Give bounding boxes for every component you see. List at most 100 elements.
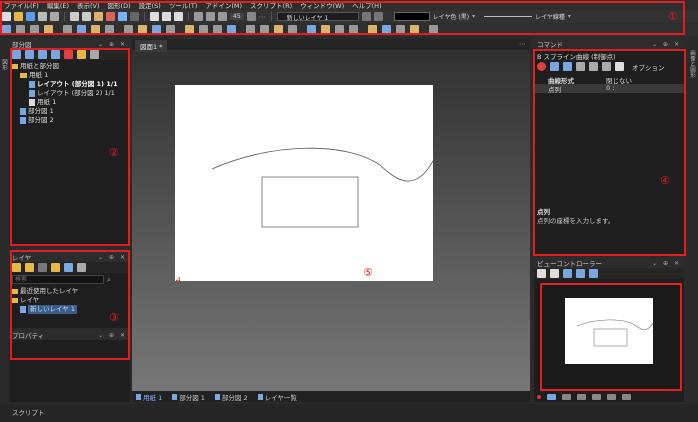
point-tool-icon[interactable] bbox=[2, 25, 11, 34]
view-option-icon[interactable] bbox=[577, 393, 586, 400]
menu-item[interactable]: 編集(E) bbox=[47, 0, 69, 10]
align-tool-icon[interactable] bbox=[396, 25, 405, 34]
drawing-area[interactable]: 図面1 * ⋯ ⊿ 用紙 1 部分図 1 部分図 2 レイヤ一覧 bbox=[132, 39, 530, 402]
print-preview-icon[interactable] bbox=[50, 12, 59, 21]
layer-settings-icon[interactable] bbox=[77, 263, 86, 272]
line-tool-icon[interactable] bbox=[602, 62, 611, 71]
hatch-tool-icon[interactable] bbox=[152, 25, 161, 34]
tree-item[interactable]: 用紙 1 bbox=[11, 71, 118, 80]
back-icon[interactable] bbox=[550, 62, 559, 71]
open-folder-icon[interactable] bbox=[14, 12, 23, 21]
document-tab[interactable]: 図面1 * bbox=[135, 40, 168, 52]
enter-icon[interactable] bbox=[563, 62, 572, 71]
sheet-tab[interactable]: 部分図 2 bbox=[214, 392, 248, 402]
layer-color-label[interactable]: レイヤ色 (黒) bbox=[433, 12, 469, 21]
layer-dropdown-icon[interactable] bbox=[361, 12, 371, 21]
arc-tool-icon[interactable] bbox=[77, 25, 86, 34]
document-icon[interactable] bbox=[615, 62, 624, 71]
zoom-value[interactable]: 45 bbox=[230, 13, 244, 20]
rename-icon[interactable] bbox=[77, 50, 86, 59]
trim-tool-icon[interactable] bbox=[166, 25, 175, 34]
extend-tool-icon[interactable] bbox=[185, 25, 194, 34]
distribute-tool-icon[interactable] bbox=[410, 25, 419, 34]
tree-item[interactable]: 部分図 1 bbox=[11, 107, 118, 116]
more-icon[interactable]: ⋯ bbox=[519, 40, 526, 48]
chevron-down-icon[interactable]: ▾ bbox=[568, 13, 571, 20]
measure-tool-icon[interactable] bbox=[288, 25, 297, 34]
dimension-tool-icon[interactable] bbox=[138, 25, 147, 34]
delete-icon[interactable] bbox=[106, 12, 115, 21]
undo-icon[interactable] bbox=[118, 12, 127, 21]
view-option-icon[interactable] bbox=[592, 393, 601, 400]
save-icon[interactable] bbox=[26, 12, 35, 21]
circle-tool-icon[interactable] bbox=[63, 25, 72, 34]
menu-item[interactable]: ヘルプ(H) bbox=[352, 0, 381, 10]
panel-controls-icon[interactable]: ⌄ ⊕ ✕ bbox=[652, 260, 681, 267]
menu-item[interactable]: ツール(T) bbox=[169, 0, 198, 10]
panel-controls-icon[interactable]: ⌄ ⊕ ✕ bbox=[98, 254, 127, 261]
snap-point-icon[interactable] bbox=[589, 62, 598, 71]
script-tab[interactable]: スクリプト bbox=[12, 407, 45, 417]
fillet-tool-icon[interactable] bbox=[307, 25, 316, 34]
view-option-icon[interactable] bbox=[607, 393, 616, 400]
menu-item[interactable]: ファイル(F) bbox=[4, 0, 39, 10]
offset-tool-icon[interactable] bbox=[199, 25, 208, 34]
mirror-tool-icon[interactable] bbox=[213, 25, 222, 34]
right-side-tab[interactable]: 画像と図形 bbox=[688, 39, 696, 89]
redo-icon[interactable] bbox=[130, 12, 139, 21]
menu-item[interactable]: 設定(S) bbox=[139, 0, 161, 10]
fit-view-icon[interactable] bbox=[537, 269, 546, 278]
command-row[interactable]: 曲線形式 閉じない bbox=[534, 75, 684, 85]
layer-item[interactable]: 最近使用したレイヤ bbox=[11, 287, 78, 296]
undo-point-icon[interactable] bbox=[576, 62, 585, 71]
new-layer-folder-icon[interactable] bbox=[12, 263, 21, 272]
layer-search-input[interactable] bbox=[12, 275, 104, 284]
menu-item[interactable]: 表示(V) bbox=[77, 0, 100, 10]
more-icon[interactable]: ⋯ bbox=[259, 13, 266, 21]
menu-item[interactable]: 図形(D) bbox=[108, 0, 131, 10]
spline-tool-icon[interactable] bbox=[105, 25, 114, 34]
edit-layer-icon[interactable] bbox=[51, 263, 60, 272]
rotate-tool-icon[interactable] bbox=[260, 25, 269, 34]
menu-item[interactable]: スクリプト(R) bbox=[250, 0, 292, 10]
view-mode-icon[interactable] bbox=[547, 393, 556, 400]
sheet-tab[interactable]: レイヤ一覧 bbox=[257, 392, 297, 402]
delete-layer-icon[interactable] bbox=[38, 263, 47, 272]
snap-icon[interactable] bbox=[206, 12, 215, 21]
view-option-icon[interactable] bbox=[562, 393, 571, 400]
command-row-value[interactable]: 0 : bbox=[606, 84, 614, 93]
select-icon[interactable] bbox=[150, 12, 159, 21]
zoom-fit-tool-icon[interactable] bbox=[429, 25, 438, 34]
paste-icon[interactable] bbox=[94, 12, 103, 21]
cancel-icon[interactable] bbox=[537, 62, 546, 71]
polyline-tool-icon[interactable] bbox=[30, 25, 39, 34]
panel-controls-icon[interactable]: ⌄ ⊕ ✕ bbox=[652, 41, 681, 48]
menu-item[interactable]: ウィンドウ(W) bbox=[300, 0, 344, 10]
menu-item[interactable]: アドイン(M) bbox=[205, 0, 242, 10]
panel-controls-icon[interactable]: ⌄ ⊕ ✕ bbox=[98, 332, 127, 339]
paper-sheet[interactable] bbox=[175, 85, 433, 281]
text-tool-icon[interactable] bbox=[124, 25, 133, 34]
copy-tool-icon[interactable] bbox=[246, 25, 255, 34]
layer-tool-icon[interactable] bbox=[349, 25, 358, 34]
command-row-value[interactable]: 閉じない bbox=[606, 75, 632, 85]
lock-tool-icon[interactable] bbox=[368, 25, 377, 34]
angle-icon[interactable] bbox=[218, 12, 227, 21]
filter-icon[interactable] bbox=[174, 12, 183, 21]
search-icon[interactable]: ⌕ bbox=[107, 276, 111, 285]
ellipse-tool-icon[interactable] bbox=[91, 25, 100, 34]
grid-view-icon[interactable] bbox=[589, 269, 598, 278]
view-preview[interactable] bbox=[538, 284, 680, 390]
layer-item[interactable]: 新しいレイヤ 1 bbox=[11, 305, 78, 314]
rect-select-icon[interactable] bbox=[162, 12, 171, 21]
divide-tool-icon[interactable] bbox=[335, 25, 344, 34]
tree-item[interactable]: レイアウト (部分図 2) 1/1 bbox=[11, 89, 118, 98]
new-part-icon[interactable] bbox=[25, 50, 34, 59]
print-icon[interactable] bbox=[38, 12, 47, 21]
tree-item[interactable]: 用紙と部分図 bbox=[11, 62, 118, 71]
tree-item[interactable]: 用紙 1 bbox=[11, 98, 118, 107]
line-tool-icon[interactable] bbox=[16, 25, 25, 34]
tree-item[interactable]: 部分図 2 bbox=[11, 116, 118, 125]
copy-icon[interactable] bbox=[82, 12, 91, 21]
copy-part-icon[interactable] bbox=[38, 50, 47, 59]
